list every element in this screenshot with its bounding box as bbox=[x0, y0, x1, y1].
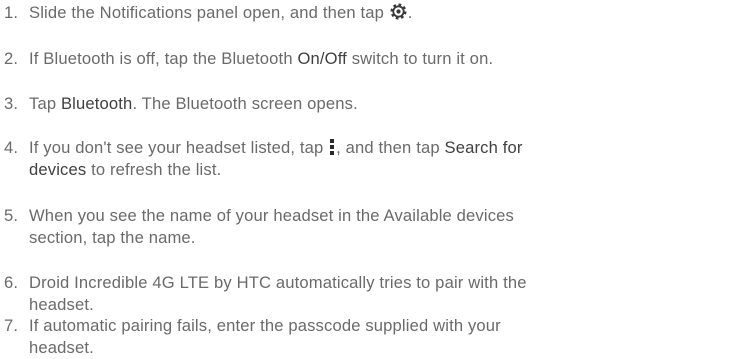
devices-label: devices bbox=[29, 160, 87, 179]
step-text-part: . The Bluetooth screen opens. bbox=[132, 94, 358, 113]
step-text-line: Droid Incredible 4G LTE by HTC automatic… bbox=[29, 273, 527, 292]
step-text-part: to refresh the list. bbox=[86, 160, 222, 179]
step-number: 4. bbox=[4, 138, 19, 157]
step-text-part: switch to turn it on. bbox=[346, 49, 494, 68]
step-text: If automatic pairing fails, enter the pa… bbox=[29, 315, 745, 359]
on-off-label: On/Off bbox=[297, 49, 347, 68]
step-text: Slide the Notifications panel open, and … bbox=[29, 2, 745, 24]
menu-vertical-dots-icon bbox=[328, 138, 336, 156]
bluetooth-label: Bluetooth bbox=[60, 94, 133, 113]
step-text-line: When you see the name of your headset in… bbox=[29, 206, 514, 225]
step-text-line: headset. bbox=[29, 295, 94, 314]
step-text: If you don't see your headset listed, ta… bbox=[29, 137, 745, 181]
step-text-part: . bbox=[407, 3, 413, 22]
step-number: 5. bbox=[4, 206, 19, 225]
step-text: If Bluetooth is off, tap the Bluetooth O… bbox=[29, 48, 745, 70]
step-text-line: If automatic pairing fails, enter the pa… bbox=[29, 316, 501, 335]
step-text-part: , and then tap bbox=[336, 138, 445, 157]
step-number: 6. bbox=[4, 273, 19, 292]
step-text-part: If you don't see your headset listed, ta… bbox=[29, 138, 329, 157]
step-text: Droid Incredible 4G LTE by HTC automatic… bbox=[29, 272, 745, 316]
step-number: 2. bbox=[4, 49, 19, 68]
step-text-line: section, tap the name. bbox=[29, 228, 196, 247]
search-for-label: Search for bbox=[444, 138, 523, 157]
step-text-part: Slide the Notifications panel open, and … bbox=[29, 3, 389, 22]
step-number: 7. bbox=[4, 316, 19, 335]
step-number: 3. bbox=[4, 94, 19, 113]
step-text-part: Tap bbox=[29, 94, 61, 113]
step-text-part: If Bluetooth is off, tap the Bluetooth bbox=[29, 49, 298, 68]
step-text: Tap Bluetooth. The Bluetooth screen open… bbox=[29, 93, 745, 115]
instruction-list: 1. Slide the Notifications panel open, a… bbox=[0, 0, 756, 359]
step-text: When you see the name of your headset in… bbox=[29, 205, 745, 249]
step-number: 1. bbox=[4, 3, 19, 22]
step-text-line: headset. bbox=[29, 338, 94, 357]
settings-gear-icon bbox=[389, 2, 408, 21]
